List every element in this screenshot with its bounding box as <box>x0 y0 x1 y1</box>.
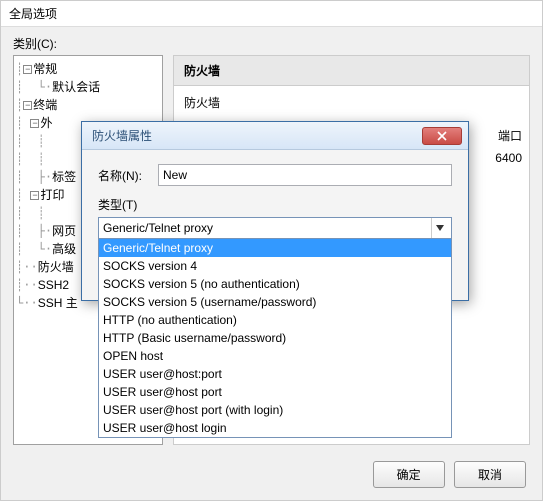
tree-item-terminal[interactable]: ┊−终端 <box>16 96 160 114</box>
ok-button[interactable]: 确定 <box>373 461 445 488</box>
combo-option[interactable]: USER user@host login <box>99 419 451 437</box>
collapse-icon[interactable]: − <box>23 65 32 74</box>
collapse-icon[interactable]: − <box>30 119 39 128</box>
chevron-down-icon[interactable] <box>431 218 447 238</box>
panel-title: 防火墙 <box>174 56 529 86</box>
type-label: 类型(T) <box>98 196 452 213</box>
global-options-window: 全局选项 类别(C): ┊−常规 ┊ └·默认会话 ┊−终端 ┊ −外 ┊ ┊ … <box>0 0 543 501</box>
type-combo-box[interactable]: Generic/Telnet proxy <box>98 217 452 239</box>
combo-option[interactable]: USER user@host port <box>99 383 451 401</box>
type-combo-list: Generic/Telnet proxy SOCKS version 4 SOC… <box>98 239 452 438</box>
collapse-icon[interactable]: − <box>30 191 39 200</box>
type-combo[interactable]: Generic/Telnet proxy Generic/Telnet prox… <box>98 217 452 239</box>
name-input[interactable] <box>158 164 452 186</box>
combo-option[interactable]: SOCKS version 5 (no authentication) <box>99 275 451 293</box>
window-title: 全局选项 <box>1 1 542 27</box>
combo-option[interactable]: Generic/Telnet proxy <box>99 239 451 257</box>
modal-titlebar[interactable]: 防火墙属性 <box>82 122 468 150</box>
combo-option[interactable]: SOCKS version 4 <box>99 257 451 275</box>
dialog-buttons: 确定 取消 <box>367 461 526 488</box>
category-label: 类别(C): <box>13 35 530 52</box>
tree-item-general[interactable]: ┊−常规 <box>16 60 160 78</box>
collapse-icon[interactable]: − <box>23 101 32 110</box>
cancel-button[interactable]: 取消 <box>454 461 526 488</box>
combo-option[interactable]: OPEN host <box>99 347 451 365</box>
window-body: 类别(C): ┊−常规 ┊ └·默认会话 ┊−终端 ┊ −外 ┊ ┊ ┊ ┊ ┊… <box>1 27 542 500</box>
modal-title: 防火墙属性 <box>92 127 422 144</box>
combo-option[interactable]: USER user@host:port <box>99 365 451 383</box>
modal-body: 名称(N): 类型(T) Generic/Telnet proxy Generi… <box>82 150 468 251</box>
name-label: 名称(N): <box>98 167 158 184</box>
combo-option[interactable]: HTTP (no authentication) <box>99 311 451 329</box>
port-label: 端口 <box>498 127 522 144</box>
close-button[interactable] <box>422 127 462 145</box>
panel-subtitle: 防火墙 <box>174 86 529 119</box>
close-icon <box>437 131 447 141</box>
name-row: 名称(N): <box>98 164 452 186</box>
tree-item-default-session[interactable]: ┊ └·默认会话 <box>16 78 160 96</box>
combo-option[interactable]: USER user@host port (with login) <box>99 401 451 419</box>
port-value: 6400 <box>495 151 522 165</box>
combo-option[interactable]: HTTP (Basic username/password) <box>99 329 451 347</box>
combo-option[interactable]: SOCKS version 5 (username/password) <box>99 293 451 311</box>
type-combo-value: Generic/Telnet proxy <box>103 221 213 235</box>
firewall-properties-dialog: 防火墙属性 名称(N): 类型(T) Generic/Telnet proxy <box>81 121 469 301</box>
